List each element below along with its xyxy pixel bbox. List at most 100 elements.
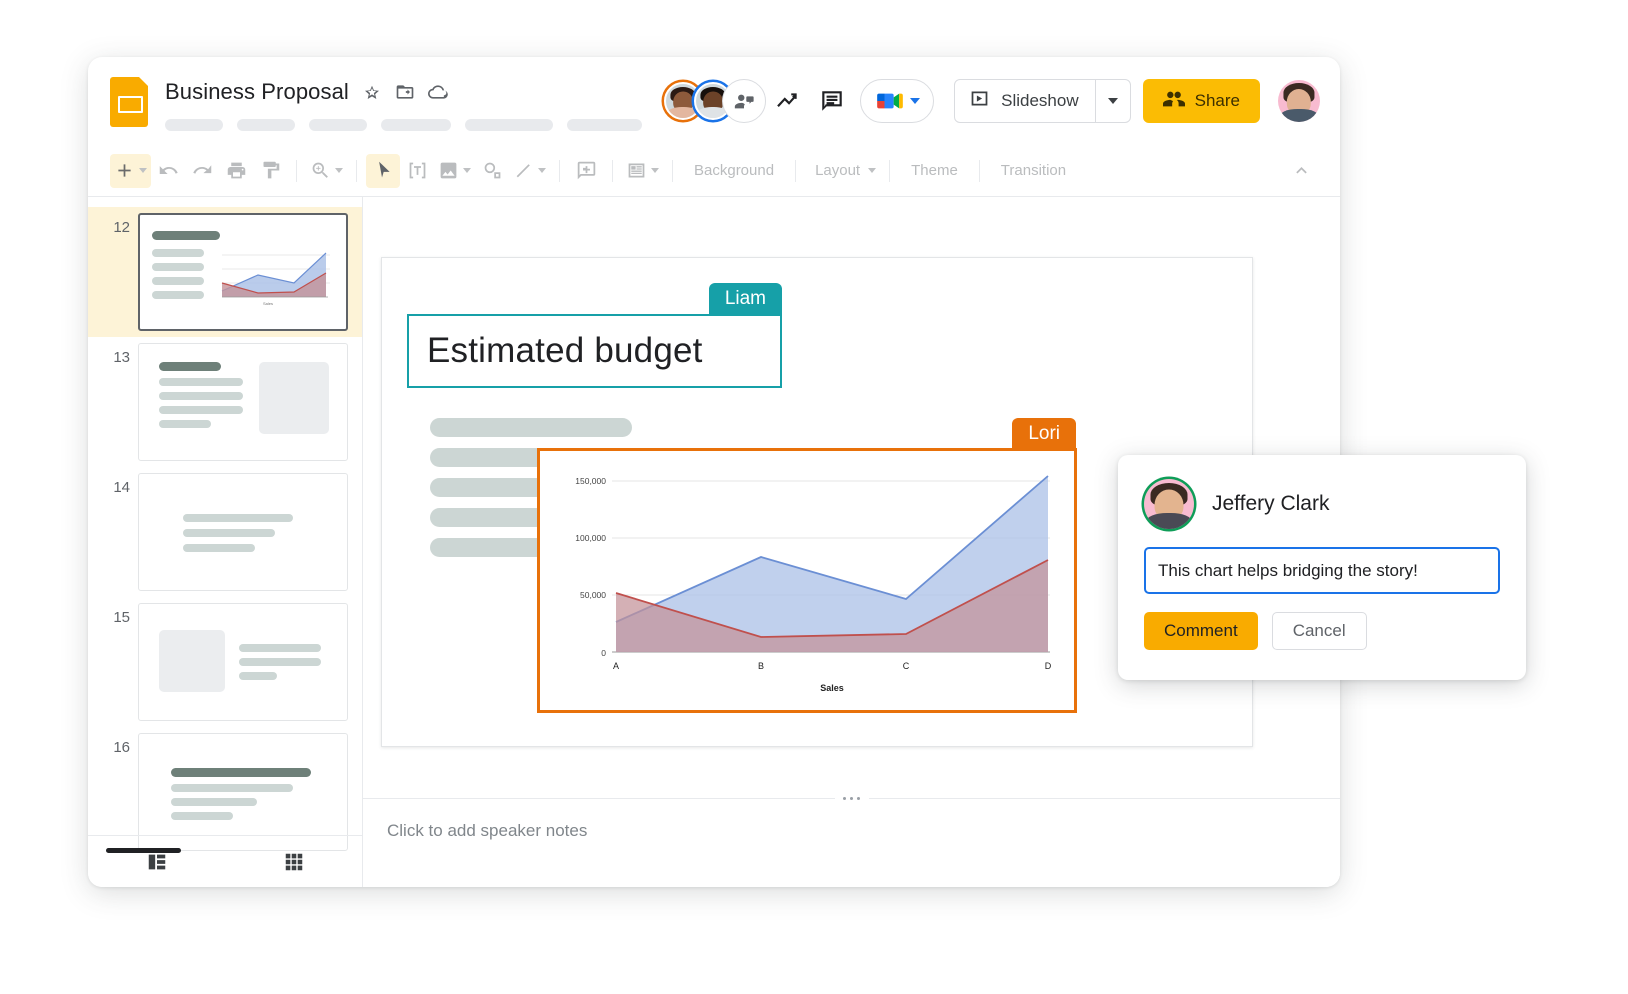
slide-title: Estimated budget <box>427 331 703 371</box>
slideshow-dropdown-button[interactable] <box>1096 80 1130 122</box>
menu-item-tools[interactable] <box>567 119 642 131</box>
line-button[interactable] <box>509 154 550 188</box>
zoom-button[interactable] <box>306 154 347 188</box>
document-title[interactable]: Business Proposal <box>165 79 349 105</box>
header-actions: Slideshow Share <box>664 79 1320 123</box>
svg-text:B: B <box>758 661 764 671</box>
menu-item-edit[interactable] <box>237 119 295 131</box>
filmstrip-slide-15[interactable]: 15 <box>88 597 362 727</box>
toolbar-divider <box>889 160 890 182</box>
slide-filmstrip[interactable]: 12 <box>88 197 363 887</box>
menu-item-format[interactable] <box>465 119 553 131</box>
slide-title-selection[interactable]: Estimated budget Liam <box>407 314 782 388</box>
slideshow-label: Slideshow <box>1001 91 1079 111</box>
transition-button[interactable]: Transition <box>989 162 1078 179</box>
slideshow-button[interactable]: Slideshow <box>954 79 1131 123</box>
svg-text:A: A <box>613 661 619 671</box>
collaborator-tag-lori: Lori <box>1012 418 1076 451</box>
svg-text:50,000: 50,000 <box>580 590 606 600</box>
commenter-name: Jeffery Clark <box>1212 492 1329 516</box>
filmstrip-view-icon[interactable] <box>88 851 225 873</box>
share-label: Share <box>1195 91 1240 111</box>
filmstrip-footer <box>88 835 362 887</box>
drag-handle-icon[interactable] <box>835 792 869 804</box>
image-icon <box>438 160 459 181</box>
redo-button[interactable] <box>185 154 219 188</box>
svg-text:D: D <box>1045 661 1052 671</box>
chevron-down-icon <box>651 168 659 173</box>
menu-item-insert[interactable] <box>381 119 451 131</box>
slide-thumbnail[interactable] <box>138 473 348 591</box>
image-button[interactable] <box>434 154 475 188</box>
slide-thumbnail[interactable]: Sales <box>138 213 348 331</box>
toolbar-divider <box>979 160 980 182</box>
paint-format-button[interactable] <box>253 154 287 188</box>
cancel-comment-button[interactable]: Cancel <box>1272 612 1367 650</box>
chevron-up-icon <box>1291 160 1312 181</box>
title-bar: Business Proposal <box>88 57 1340 145</box>
cursor-icon <box>373 160 394 181</box>
toolbar-divider <box>296 160 297 182</box>
zoom-icon <box>310 160 331 181</box>
theme-button[interactable]: Theme <box>899 162 970 179</box>
new-slide-button[interactable] <box>110 154 151 188</box>
slide-layout-icon <box>626 160 647 181</box>
svg-text:Sales: Sales <box>263 301 273 306</box>
collapse-toolbar-button[interactable] <box>1284 154 1318 188</box>
undo-button[interactable] <box>151 154 185 188</box>
move-to-folder-icon[interactable] <box>395 82 415 102</box>
filmstrip-slide-12[interactable]: 12 <box>88 207 362 337</box>
grid-view-icon[interactable] <box>225 851 362 873</box>
menu-item-view[interactable] <box>309 119 367 131</box>
comment-header: Jeffery Clark <box>1144 479 1500 529</box>
slide-thumbnail[interactable] <box>138 343 348 461</box>
layout-label: Layout <box>809 162 864 179</box>
collaborator-tag-liam: Liam <box>709 283 782 316</box>
filmstrip-slide-14[interactable]: 14 <box>88 467 362 597</box>
svg-text:0: 0 <box>601 648 606 658</box>
toolbar-divider <box>612 160 613 182</box>
commenter-avatar[interactable] <box>1144 479 1194 529</box>
star-icon[interactable] <box>362 82 382 102</box>
background-button[interactable]: Background <box>682 162 786 179</box>
chevron-down-icon <box>335 168 343 173</box>
slide-thumbnail[interactable] <box>138 603 348 721</box>
slides-logo-icon[interactable] <box>110 77 148 127</box>
google-meet-button[interactable] <box>860 79 934 123</box>
add-comment-icon <box>576 160 597 181</box>
chevron-down-icon <box>910 98 920 104</box>
cloud-saved-icon[interactable] <box>428 82 448 102</box>
select-tool-button[interactable] <box>366 154 400 188</box>
layout-picker-button[interactable] <box>622 154 663 188</box>
menu-item-file[interactable] <box>165 119 223 131</box>
toolbar-divider <box>672 160 673 182</box>
add-comment-button[interactable] <box>569 154 603 188</box>
slide-thumbnail[interactable] <box>138 733 348 851</box>
user-avatar[interactable] <box>1278 80 1320 122</box>
line-icon <box>513 160 534 181</box>
activity-dashboard-icon[interactable] <box>766 79 810 123</box>
shape-button[interactable] <box>475 154 509 188</box>
people-add-icon <box>1163 88 1185 115</box>
notes-divider[interactable] <box>363 798 1340 799</box>
filmstrip-slide-13[interactable]: 13 <box>88 337 362 467</box>
share-button[interactable]: Share <box>1143 79 1260 123</box>
slideshow-main[interactable]: Slideshow <box>955 80 1095 122</box>
redo-icon <box>192 160 213 181</box>
comment-history-icon[interactable] <box>810 79 854 123</box>
toolbar-divider <box>356 160 357 182</box>
comment-input[interactable]: This chart helps bridging the story! <box>1144 547 1500 594</box>
speaker-notes-pane[interactable]: Click to add speaker notes <box>363 799 1340 887</box>
undo-icon <box>158 160 179 181</box>
text-box-button[interactable] <box>400 154 434 188</box>
submit-comment-button[interactable]: Comment <box>1144 612 1258 650</box>
print-button[interactable] <box>219 154 253 188</box>
collaborator-avatars <box>664 79 766 123</box>
svg-text:100,000: 100,000 <box>575 533 606 543</box>
google-meet-icon <box>875 90 905 112</box>
slide-number: 13 <box>92 343 130 366</box>
present-to-meeting-icon[interactable] <box>722 79 766 123</box>
chart-selection[interactable]: Lori <box>537 448 1077 713</box>
layout-button[interactable]: Layout <box>805 154 880 188</box>
svg-text:C: C <box>903 661 910 671</box>
